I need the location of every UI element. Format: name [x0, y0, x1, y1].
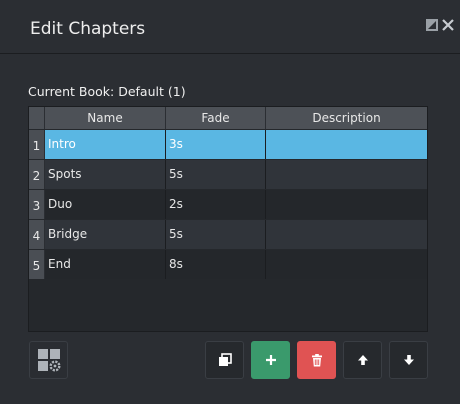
window-title: Edit Chapters — [30, 19, 146, 39]
cell-name[interactable]: Spots — [45, 160, 166, 189]
window-header: Edit Chapters — [0, 0, 460, 54]
cell-fade[interactable]: 5s — [166, 160, 266, 189]
arrow-down-icon — [403, 355, 414, 365]
close-icon[interactable] — [441, 18, 455, 32]
arrow-up-icon — [357, 355, 368, 365]
plus-icon — [265, 355, 276, 365]
duplicate-button[interactable] — [205, 341, 244, 379]
cell-name[interactable]: Bridge — [45, 220, 166, 249]
cell-description[interactable] — [266, 130, 427, 159]
row-number: 2 — [29, 160, 45, 189]
cell-fade[interactable]: 8s — [166, 250, 266, 279]
cell-fade[interactable]: 2s — [166, 190, 266, 219]
table-row[interactable]: 1 Intro 3s — [29, 130, 427, 159]
trash-icon — [311, 353, 322, 366]
table-row[interactable]: 4 Bridge 5s — [29, 220, 427, 249]
restore-icon[interactable] — [425, 18, 439, 32]
add-chapter-button[interactable] — [251, 341, 290, 379]
copy-icon — [218, 353, 232, 366]
table-row[interactable]: 3 Duo 2s — [29, 190, 427, 219]
current-book-label: Current Book: Default (1) — [28, 84, 186, 99]
column-header-name[interactable]: Name — [45, 107, 166, 129]
cell-name[interactable]: End — [45, 250, 166, 279]
row-number: 1 — [29, 130, 45, 159]
row-number: 3 — [29, 190, 45, 219]
table-body: 1 Intro 3s 2 Spots 5s 3 Duo 2s 4 Bridge … — [29, 130, 427, 280]
cell-fade[interactable]: 5s — [166, 220, 266, 249]
table-row[interactable]: 2 Spots 5s — [29, 160, 427, 189]
cell-description[interactable] — [266, 160, 427, 189]
row-number: 5 — [29, 250, 45, 279]
table-header: Name Fade Description — [29, 107, 427, 129]
cell-description[interactable] — [266, 250, 427, 279]
cell-description[interactable] — [266, 220, 427, 249]
move-down-button[interactable] — [389, 341, 428, 379]
layout-settings-icon — [37, 349, 61, 372]
cell-description[interactable] — [266, 190, 427, 219]
move-up-button[interactable] — [343, 341, 382, 379]
table-row[interactable]: 5 End 8s — [29, 250, 427, 279]
column-header-description[interactable]: Description — [266, 107, 427, 129]
cell-name[interactable]: Duo — [45, 190, 166, 219]
layout-settings-button[interactable] — [29, 341, 68, 379]
row-number: 4 — [29, 220, 45, 249]
column-header-fade[interactable]: Fade — [166, 107, 266, 129]
chapters-table: Name Fade Description 1 Intro 3s 2 Spots… — [28, 106, 428, 332]
delete-chapter-button[interactable] — [297, 341, 336, 379]
cell-fade[interactable]: 3s — [166, 130, 266, 159]
header-corner — [29, 107, 45, 129]
cell-name[interactable]: Intro — [45, 130, 166, 159]
